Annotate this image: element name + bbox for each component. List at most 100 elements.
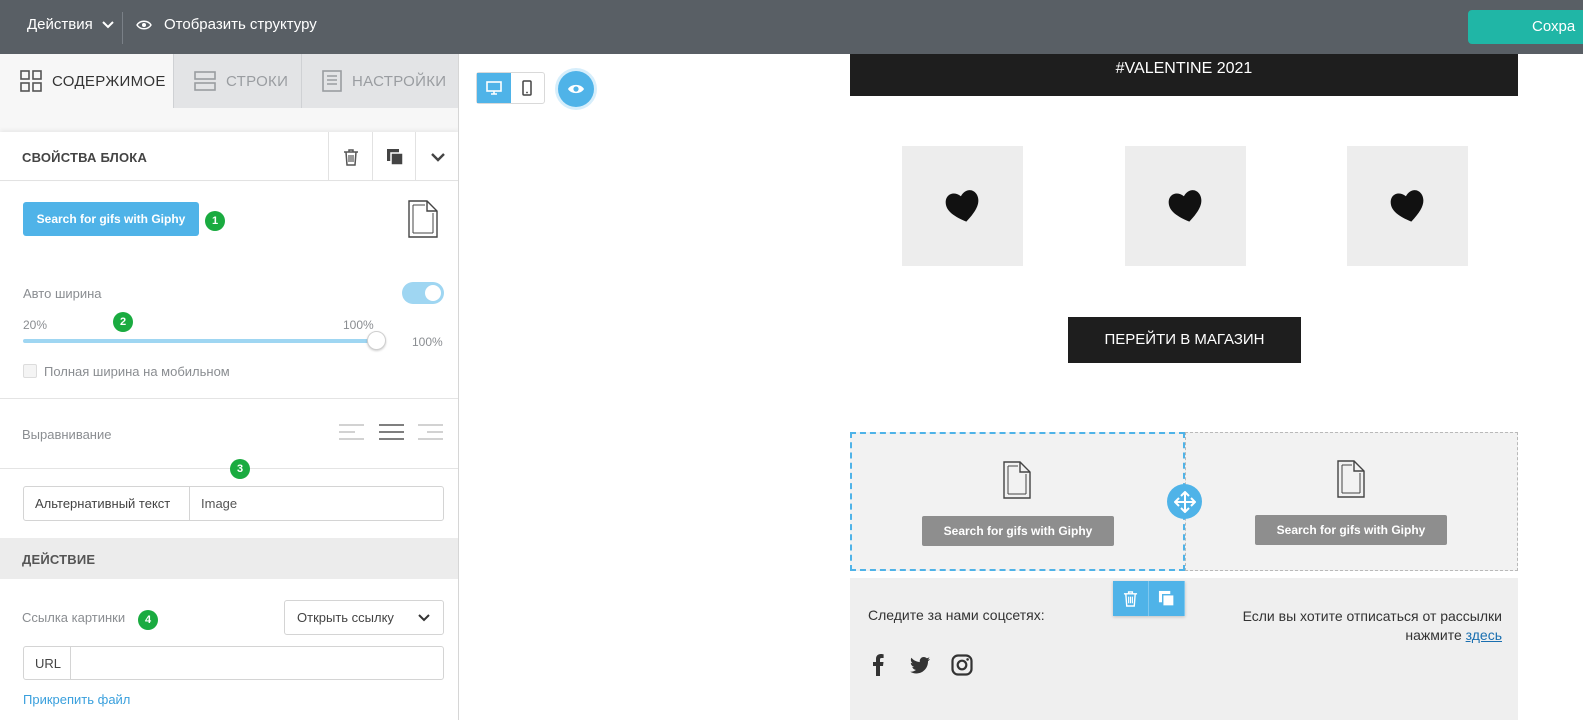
align-center-button[interactable] [379,424,404,440]
panel-spacer [0,108,458,132]
url-input[interactable] [71,647,443,679]
eye-icon [136,20,152,29]
auto-width-toggle[interactable] [402,282,444,304]
twitter-icon[interactable] [910,657,930,674]
file-icon [1003,461,1031,499]
align-left-button[interactable] [339,424,364,440]
follow-us-text: Следите за нами соцсетях: [868,607,1045,623]
giphy-cell-selected[interactable]: Search for gifs with Giphy [850,432,1185,571]
header-banner: #VALENTINE 2021 [850,54,1518,96]
heart-icon [945,190,978,222]
panel-tabs: СОДЕРЖИМОЕ СТРОКИ НАСТРОЙКИ [0,54,458,108]
preview-button[interactable] [558,71,594,107]
topbar-divider [122,12,123,44]
cell-toolbar [1113,581,1185,616]
device-switcher [476,72,545,104]
full-width-mobile-checkbox[interactable] [23,364,37,378]
tab-content[interactable]: СОДЕРЖИМОЕ [0,54,173,108]
trash-icon [1123,591,1138,607]
divider [0,398,458,399]
facebook-icon[interactable] [872,654,884,676]
tab-settings-label: НАСТРОЙКИ [352,72,447,90]
file-icon [408,200,438,238]
giphy-search-button[interactable]: Search for gifs with Giphy [922,516,1114,546]
url-field[interactable]: URL [23,646,444,680]
shop-button[interactable]: ПЕРЕЙТИ В МАГАЗИН [1068,317,1301,363]
align-left-icon [339,424,364,440]
step-badge-2: 2 [113,312,133,332]
step-badge-3: 3 [230,459,250,479]
rows-icon [194,71,216,91]
align-right-icon [418,424,443,440]
actions-label: Действия [27,16,93,33]
actions-menu[interactable]: Действия [27,16,115,33]
alt-text-input[interactable]: Image [190,487,443,520]
width-slider-track[interactable] [23,339,377,343]
slider-value: 100% [412,335,443,349]
url-label: URL [24,647,71,679]
email-preview: #VALENTINE 2021 ПЕРЕЙТИ В МАГАЗИН Search… [850,54,1518,720]
top-bar: Действия Отобразить структуру Сохра [0,0,1583,54]
editor-canvas: #VALENTINE 2021 ПЕРЕЙТИ В МАГАЗИН Search… [460,54,1583,720]
block-properties-header: СВОЙСТВА БЛОКА [0,132,458,181]
eye-icon [568,84,584,94]
full-width-mobile-label: Полная ширина на мобильном [44,364,230,379]
desktop-view-button[interactable] [477,73,511,103]
giphy-cell[interactable]: Search for gifs with Giphy [1185,432,1518,571]
unsubscribe-prefix: нажмите [1405,627,1462,643]
grid-icon [20,70,42,92]
collapse-block-button[interactable] [415,132,458,181]
move-arrows-icon [1173,490,1196,513]
unsubscribe-line: Если вы хотите отписаться от рассылки [1242,608,1502,624]
alt-text-field[interactable]: Альтернативный текст Image [23,486,444,521]
document-lines-icon [322,70,342,92]
mobile-view-button[interactable] [511,73,545,103]
unsubscribe-link[interactable]: здесь [1466,627,1502,643]
tab-rows[interactable]: СТРОКИ [173,54,301,108]
toggle-knob [425,285,441,301]
chevron-down-icon [430,152,445,162]
product-image[interactable] [1347,146,1468,266]
heart-icon [1390,190,1423,222]
heart-icon [1168,190,1201,222]
tab-rows-label: СТРОКИ [226,72,289,90]
align-center-icon [379,424,404,440]
step-badge-4: 4 [138,610,158,630]
duplicate-cell-button[interactable] [1149,581,1185,616]
giphy-search-button[interactable]: Search for gifs with Giphy [23,202,199,236]
duplicate-icon [1158,590,1175,607]
align-right-button[interactable] [418,424,443,440]
attach-file-link[interactable]: Прикрепить файл [23,692,130,707]
link-action-select[interactable]: Открыть ссылку [284,600,444,635]
desktop-icon [485,81,502,95]
action-section-header: ДЕЙСТВИЕ [0,538,458,579]
tab-content-label: СОДЕРЖИМОЕ [52,72,166,90]
slider-max-label: 100% [343,318,374,332]
file-icon [1337,460,1365,498]
tab-settings[interactable]: НАСТРОЙКИ [301,54,458,108]
chevron-down-icon [418,614,430,622]
duplicate-icon [386,148,404,166]
duplicate-block-button[interactable] [372,132,416,181]
delete-block-button[interactable] [328,132,372,181]
instagram-icon[interactable] [951,654,973,676]
slider-min-label: 20% [23,318,48,332]
link-action-value: Открыть ссылку [297,610,394,625]
delete-cell-button[interactable] [1113,581,1149,616]
show-structure-label: Отобразить структуру [164,16,317,33]
image-link-label: Ссылка картинки [22,610,126,625]
unsubscribe-text: Если вы хотите отписаться от рассылки на… [1243,607,1502,645]
width-slider-thumb[interactable] [367,331,386,350]
block-properties-title: СВОЙСТВА БЛОКА [22,150,148,165]
save-button[interactable]: Сохра [1468,10,1583,44]
product-image[interactable] [1125,146,1246,266]
auto-width-label: Авто ширина [23,286,102,301]
properties-panel: СОДЕРЖИМОЕ СТРОКИ НАСТРОЙКИ СВОЙСТВА БЛО… [0,54,459,720]
product-image[interactable] [902,146,1023,266]
move-handle[interactable] [1167,484,1202,519]
alt-text-label: Альтернативный текст [24,487,190,520]
giphy-search-button[interactable]: Search for gifs with Giphy [1255,515,1447,545]
alignment-label: Выравнивание [22,427,112,442]
show-structure-button[interactable]: Отобразить структуру [136,16,317,33]
action-section-title: ДЕЙСТВИЕ [22,552,96,567]
